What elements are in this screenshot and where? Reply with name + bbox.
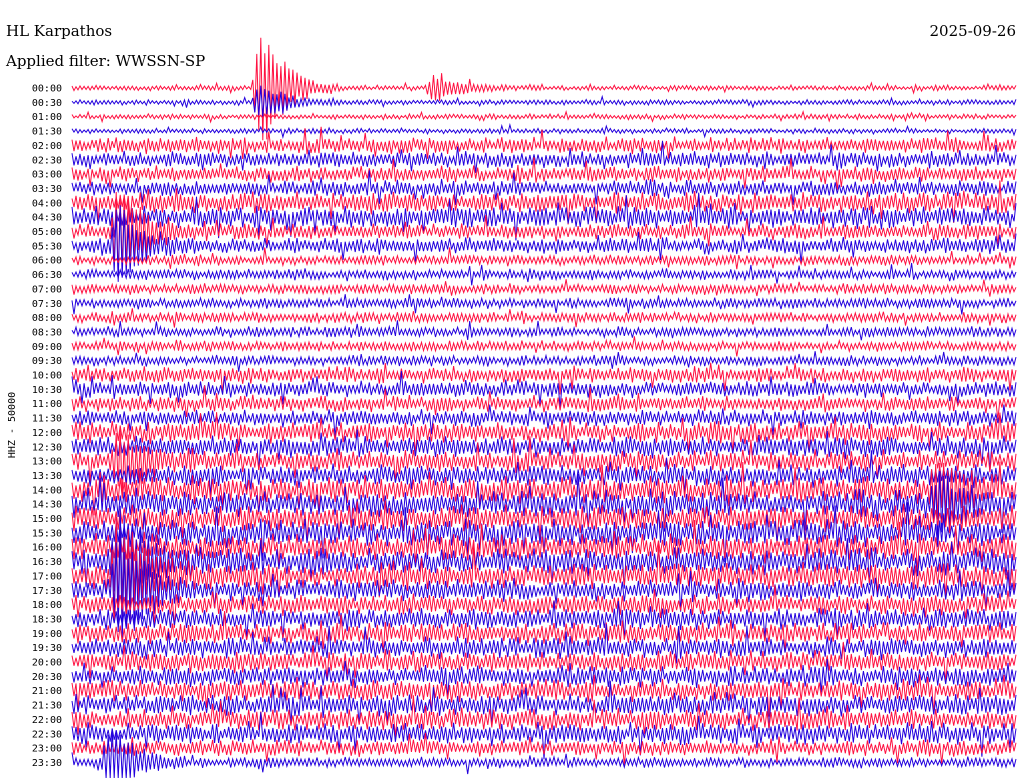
trace-line — [71, 122, 1017, 139]
row-time-label: 16:00 — [32, 543, 62, 554]
trace-layer — [71, 37, 1017, 779]
row-time-label: 00:00 — [32, 84, 62, 95]
row-time-label: 10:00 — [32, 371, 62, 382]
row-time-label: 02:00 — [32, 141, 62, 152]
row-time-label: 03:00 — [32, 170, 62, 181]
row-time-label: 19:30 — [32, 643, 62, 654]
row-time-label: 18:30 — [32, 614, 62, 625]
trace-line — [71, 85, 1017, 117]
row-time-label: 22:00 — [32, 715, 62, 726]
row-time-label: 15:00 — [32, 514, 62, 525]
filter-label: Applied filter: WWSSN-SP — [5, 52, 205, 70]
row-time-label: 17:00 — [32, 571, 62, 582]
row-time-label: 06:30 — [32, 270, 62, 281]
trace-line — [71, 109, 1017, 124]
row-time-label: 19:00 — [32, 629, 62, 640]
row-time-label: 07:00 — [32, 284, 62, 295]
row-time-label: 02:30 — [32, 155, 62, 166]
row-time-label: 13:30 — [32, 471, 62, 482]
row-time-label: 14:30 — [32, 500, 62, 511]
row-time-label: 01:00 — [32, 112, 62, 123]
row-time-label: 17:30 — [32, 586, 62, 597]
row-time-label: 08:30 — [32, 327, 62, 338]
row-time-label: 07:30 — [32, 299, 62, 310]
row-time-label: 01:30 — [32, 127, 62, 138]
row-time-label: 13:00 — [32, 457, 62, 468]
trace-line — [71, 351, 1017, 372]
row-time-label: 14:00 — [32, 485, 62, 496]
trace-line — [71, 37, 1017, 141]
row-time-label: 09:30 — [32, 356, 62, 367]
row-time-label: 16:30 — [32, 557, 62, 568]
row-time-label: 03:30 — [32, 184, 62, 195]
time-axis: 00:00 00:30 01:00 01:30 02:00 02:30 03:00 03:30… — [32, 84, 62, 769]
row-time-label: 04:00 — [32, 198, 62, 209]
row-time-label: 11:30 — [32, 414, 62, 425]
row-time-label: 18:00 — [32, 600, 62, 611]
trace-line — [71, 308, 1017, 328]
row-time-label: 00:30 — [32, 98, 62, 109]
trace-line — [71, 262, 1017, 286]
row-time-label: 12:30 — [32, 442, 62, 453]
station-title: HL Karpathos — [6, 22, 112, 40]
trace-line — [71, 192, 1017, 241]
row-time-label: 23:30 — [32, 758, 62, 769]
row-time-label: 23:00 — [32, 744, 62, 755]
channel-label: HHZ - 50000 — [7, 392, 18, 458]
row-time-label: 15:30 — [32, 528, 62, 539]
row-time-label: 04:30 — [32, 213, 62, 224]
trace-line — [71, 294, 1017, 315]
row-time-label: 22:30 — [32, 729, 62, 740]
trace-line — [71, 279, 1017, 297]
row-time-label: 06:00 — [32, 256, 62, 267]
row-time-label: 21:00 — [32, 686, 62, 697]
date-label: 2025-09-26 — [930, 22, 1016, 40]
trace-line — [71, 336, 1017, 357]
row-time-label: 11:00 — [32, 399, 62, 410]
row-time-label: 20:30 — [32, 672, 62, 683]
row-time-label: 05:00 — [32, 227, 62, 238]
row-time-label: 20:00 — [32, 658, 62, 669]
row-time-label: 08:00 — [32, 313, 62, 324]
helicorder-chart: HL Karpathos 2025-09-26 Applied filter: … — [5, 22, 1017, 779]
trace-line — [71, 320, 1017, 341]
row-time-label: 12:00 — [32, 428, 62, 439]
row-time-label: 10:30 — [32, 385, 62, 396]
row-time-label: 21:30 — [32, 701, 62, 712]
row-time-label: 09:00 — [32, 342, 62, 353]
row-time-label: 05:30 — [32, 241, 62, 252]
